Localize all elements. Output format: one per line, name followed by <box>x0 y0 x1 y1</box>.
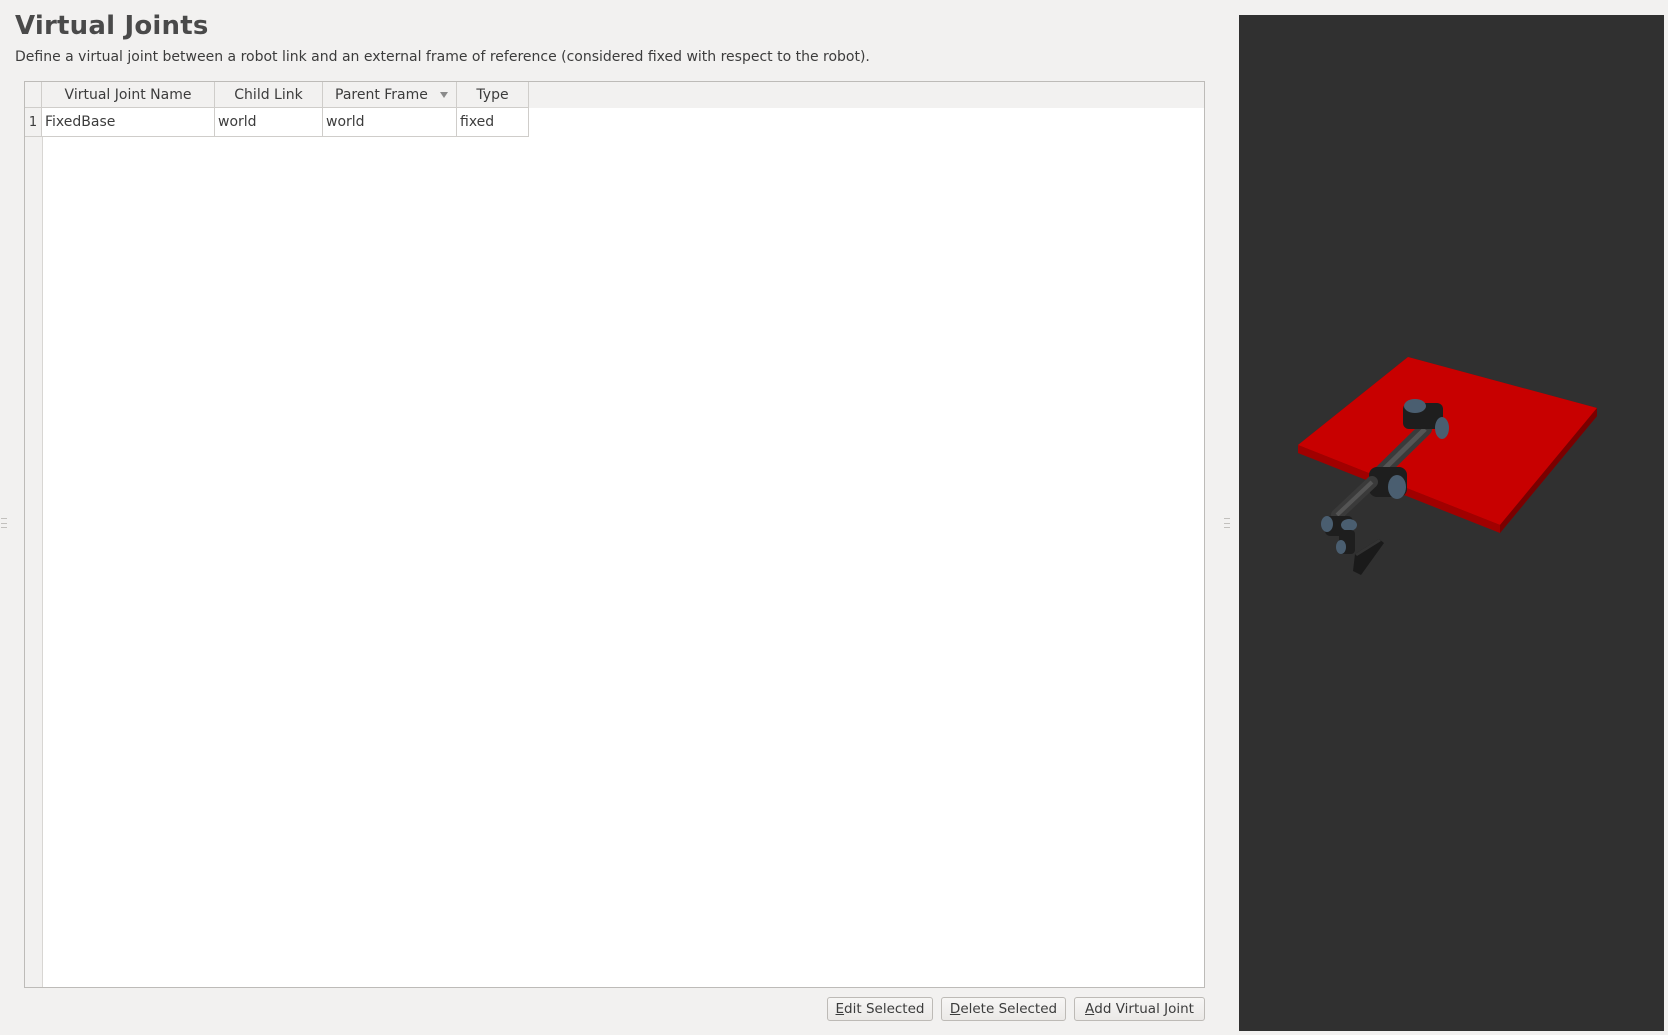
virtual-joints-table[interactable]: Virtual Joint Name Child Link Parent Fra… <box>24 81 1205 988</box>
sort-descending-icon <box>440 92 448 98</box>
left-splitter-handle[interactable] <box>1 518 7 528</box>
column-header-label: Type <box>476 86 509 103</box>
mnemonic-letter: A <box>1085 1001 1095 1017</box>
edit-selected-button[interactable]: Edit Selected <box>827 997 933 1021</box>
column-header-label: Virtual Joint Name <box>64 86 192 103</box>
table-corner-button[interactable] <box>25 82 42 108</box>
column-header-parent-frame[interactable]: Parent Frame <box>323 82 457 108</box>
button-label: elete Selected <box>960 1001 1058 1017</box>
mnemonic-letter: D <box>949 1001 961 1017</box>
page-description: Define a virtual joint between a robot l… <box>15 49 870 65</box>
column-header-type[interactable]: Type <box>457 82 529 108</box>
column-header-label: Parent Frame <box>335 86 428 103</box>
column-header-virtual-joint-name[interactable]: Virtual Joint Name <box>42 82 215 108</box>
robot-scene <box>1298 357 1597 575</box>
button-label: dd Virtual Joint <box>1094 1001 1194 1017</box>
table-cell-type[interactable]: fixed <box>457 108 529 137</box>
table-cell-child-link[interactable]: world <box>215 108 323 137</box>
robot-3d-viewport[interactable] <box>1239 15 1664 1031</box>
page-title: Virtual Joints <box>15 11 209 41</box>
column-header-child-link[interactable]: Child Link <box>215 82 323 108</box>
right-splitter-handle[interactable] <box>1224 518 1230 528</box>
table-cell-parent-frame[interactable]: world <box>323 108 457 137</box>
add-virtual-joint-button[interactable]: Add Virtual Joint <box>1074 997 1205 1021</box>
row-header[interactable]: 1 <box>25 108 42 137</box>
column-header-label: Child Link <box>234 86 303 103</box>
mnemonic-letter: E <box>835 1001 845 1017</box>
button-label: dit Selected <box>844 1001 925 1017</box>
delete-selected-button[interactable]: Delete Selected <box>941 997 1066 1021</box>
table-row-header-column <box>25 82 43 987</box>
table-cell-virtual-joint-name[interactable]: FixedBase <box>42 108 215 137</box>
